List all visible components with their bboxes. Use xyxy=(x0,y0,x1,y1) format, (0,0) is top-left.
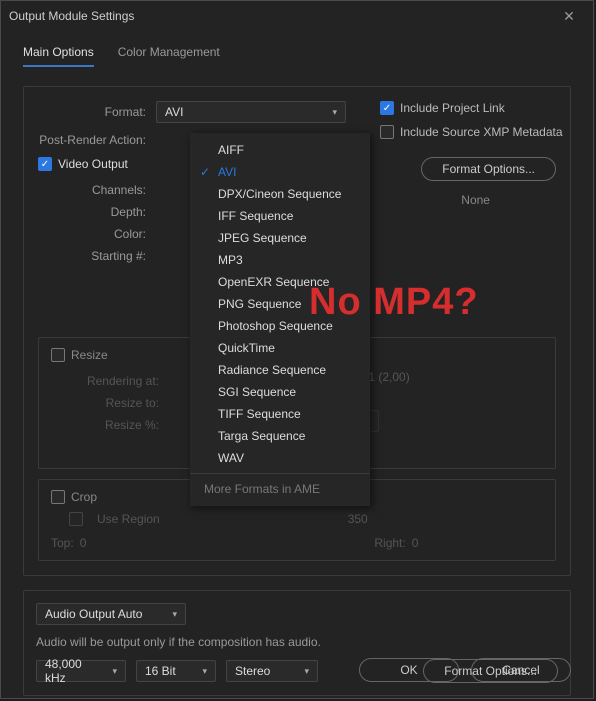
format-option-wav[interactable]: WAV xyxy=(190,447,370,469)
format-options-button[interactable]: Format Options... xyxy=(421,157,556,181)
format-option-iff-sequence[interactable]: IFF Sequence xyxy=(190,205,370,227)
checkbox-include-project-link[interactable]: ✓ xyxy=(380,101,394,115)
cancel-button[interactable]: Cancel xyxy=(471,658,571,682)
label-audio-note: Audio will be output only if the composi… xyxy=(36,635,558,649)
format-option-dpx-cineon-sequence[interactable]: DPX/Cineon Sequence xyxy=(190,183,370,205)
checkbox-include-xmp[interactable] xyxy=(380,125,394,139)
ok-button[interactable]: OK xyxy=(359,658,459,682)
format-option-targa-sequence[interactable]: Targa Sequence xyxy=(190,425,370,447)
main-panel: Format: AVI ▾ Post-Render Action: ✓ Incl… xyxy=(23,86,571,576)
video-format-options-wrap: Format Options... None xyxy=(421,157,556,207)
label-rendering-at: Rendering at: xyxy=(51,370,169,392)
tab-color-management[interactable]: Color Management xyxy=(118,39,220,67)
label-include-xmp: Include Source XMP Metadata xyxy=(400,125,563,139)
label-format: Format: xyxy=(38,105,156,119)
select-audio-output-mode[interactable]: Audio Output Auto ▾ xyxy=(36,603,186,625)
format-option-quicktime[interactable]: QuickTime xyxy=(190,337,370,359)
checkbox-resize[interactable] xyxy=(51,348,65,362)
chevron-down-icon: ▾ xyxy=(112,666,117,677)
video-labels: Channels: Depth: Color: Starting #: xyxy=(38,179,156,267)
format-option-avi[interactable]: AVI xyxy=(190,161,370,183)
content-area: Main Options Color Management Format: AV… xyxy=(1,31,593,696)
chevron-down-icon: ▾ xyxy=(202,666,207,677)
value-audio-mode: Audio Output Auto xyxy=(45,607,142,621)
label-use-region: Use Region xyxy=(97,512,160,526)
close-icon[interactable]: ✕ xyxy=(553,1,585,31)
window-title: Output Module Settings xyxy=(9,9,134,23)
checkbox-video-output[interactable]: ✓ xyxy=(38,157,52,171)
label-top: Top: xyxy=(51,536,74,550)
label-resize: Resize xyxy=(71,348,108,362)
label-right: Right: xyxy=(374,536,405,550)
format-option-sgi-sequence[interactable]: SGI Sequence xyxy=(190,381,370,403)
titlebar: Output Module Settings ✕ xyxy=(1,1,593,31)
select-format-value: AVI xyxy=(165,105,183,119)
label-resize-to: Resize to: xyxy=(51,392,169,414)
chevron-down-icon: ▾ xyxy=(304,666,309,677)
label-include-project-link: Include Project Link xyxy=(400,101,505,115)
label-depth: Depth: xyxy=(38,201,156,223)
format-option-aiff[interactable]: AIFF xyxy=(190,139,370,161)
select-format[interactable]: AVI ▾ xyxy=(156,101,346,123)
chevron-down-icon: ▾ xyxy=(332,107,337,118)
value-top: 0 xyxy=(80,536,87,550)
label-resize-pct: Resize %: xyxy=(51,414,169,436)
annotation-text: No MP4? xyxy=(309,281,479,324)
select-audio-rate[interactable]: 48,000 kHz ▾ xyxy=(36,660,126,682)
tabs: Main Options Color Management xyxy=(23,39,571,68)
label-starting-num: Starting #: xyxy=(38,245,156,267)
label-channels: Channels: xyxy=(38,179,156,201)
format-option-jpeg-sequence[interactable]: JPEG Sequence xyxy=(190,227,370,249)
footer-buttons: OK Cancel xyxy=(359,658,571,682)
value-right: 0 xyxy=(412,536,419,550)
value-final-width: 350 xyxy=(348,512,368,526)
chevron-down-icon: ▾ xyxy=(172,609,177,620)
select-audio-channels[interactable]: Stereo ▾ xyxy=(226,660,318,682)
select-audio-depth[interactable]: 16 Bit ▾ xyxy=(136,660,216,682)
format-option-tiff-sequence[interactable]: TIFF Sequence xyxy=(190,403,370,425)
value-audio-channels: Stereo xyxy=(235,664,270,678)
right-options: ✓ Include Project Link Include Source XM… xyxy=(380,101,563,139)
label-crop: Crop xyxy=(71,490,97,504)
value-audio-rate: 48,000 kHz xyxy=(45,657,104,685)
label-post-render: Post-Render Action: xyxy=(38,133,156,147)
tab-main-options[interactable]: Main Options xyxy=(23,39,94,67)
format-dropdown-footer[interactable]: More Formats in AME xyxy=(190,473,370,500)
value-audio-depth: 16 Bit xyxy=(145,664,176,678)
dialog-window: Output Module Settings ✕ Main Options Co… xyxy=(0,0,594,699)
label-color: Color: xyxy=(38,223,156,245)
label-none: None xyxy=(461,193,556,207)
format-option-mp3[interactable]: MP3 xyxy=(190,249,370,271)
label-video-output: Video Output xyxy=(58,157,128,171)
checkbox-use-region[interactable] xyxy=(69,512,83,526)
checkbox-crop[interactable] xyxy=(51,490,65,504)
format-option-radiance-sequence[interactable]: Radiance Sequence xyxy=(190,359,370,381)
